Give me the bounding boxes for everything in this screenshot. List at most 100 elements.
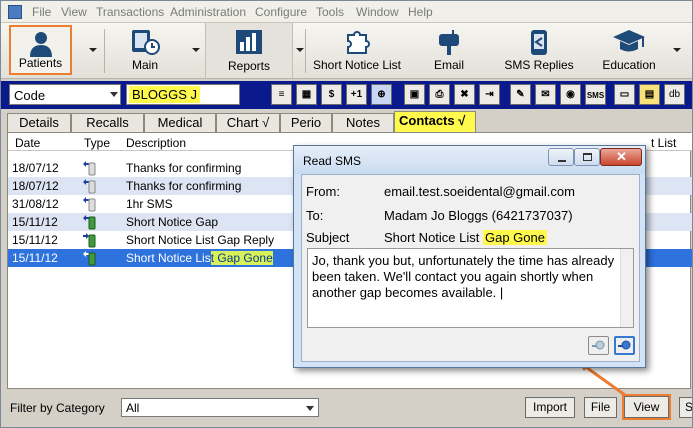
tab-contacts[interactable]: Contacts √ [394,111,476,132]
camera-icon[interactable]: ◉ [560,84,581,105]
maximize-icon[interactable] [574,148,600,166]
graduation-cap-icon [613,30,645,52]
menu-file[interactable]: File [32,5,51,19]
row-description: Short Notice List Gap Gone [126,251,273,265]
merge-icon[interactable]: ⇥ [479,84,500,105]
filter-category-select[interactable]: All [121,398,319,417]
main-icon [132,30,160,55]
email-button[interactable]: Email [422,25,476,75]
dialog-body: From: email.test.soeidental@gmail.com To… [301,174,640,362]
tab-chart[interactable]: Chart √ [216,113,280,132]
trash-icon[interactable]: ✖ [454,84,475,105]
read-sms-dialog: Read SMS ✕ From: email.test.soeidental@g… [293,145,646,368]
message-textarea[interactable]: Jo, thank you but, unfortunately the tim… [307,248,634,328]
short-notice-list-button[interactable]: Short Notice List [310,25,404,75]
column-header-trailing[interactable]: t List [651,136,676,150]
mailbox-icon [439,30,459,55]
row-description: 1hr SMS [126,197,173,211]
sms-outgoing-green-icon [83,215,96,230]
from-label: From: [306,184,340,199]
reports-button[interactable]: Reports [205,23,293,78]
row-description-highlight: t Gap Gone [210,251,273,265]
import-button[interactable]: Import [525,397,575,418]
menu-tools[interactable]: Tools [316,5,344,19]
row-date: 31/08/12 [12,197,59,211]
subject-value: Short Notice List Gap Gone [384,230,547,245]
reports-dropdown-arrow[interactable] [295,45,305,55]
align-icon[interactable]: ≡ [271,84,292,105]
menu-administration[interactable]: Administration [170,5,246,19]
sms-outgoing-icon [83,197,96,212]
sms-replies-button[interactable]: SMS Replies [501,25,577,75]
puzzle-icon [347,31,370,54]
row-date: 18/07/12 [12,179,59,193]
row-description: Thanks for confirming [126,161,242,175]
from-value: email.test.soeidental@gmail.com [384,184,575,199]
tool-icon[interactable]: ✎ [510,84,531,105]
menu-configure[interactable]: Configure [255,5,307,19]
education-dropdown-arrow[interactable] [672,45,682,55]
db-button[interactable]: db [664,84,685,105]
phone-reply-icon [531,30,547,55]
sms-outgoing-icon [83,161,96,176]
link-icon[interactable]: ⊕ [371,84,392,105]
note-icon[interactable]: ✉ [535,84,556,105]
app-window: File View Transactions Administration Co… [0,0,693,428]
column-header-description[interactable]: Description [126,136,186,150]
row-description: Short Notice Gap [126,215,219,229]
patients-label: Patients [18,56,63,70]
reply-icon[interactable] [588,336,609,355]
sms-outgoing-icon [83,179,96,194]
short-notice-list-label: Short Notice List [312,58,402,72]
calendar-icon[interactable]: ▦ [296,84,317,105]
menu-help[interactable]: Help [408,5,433,19]
tab-details[interactable]: Details [7,113,71,132]
subject-label: Subject [306,230,350,245]
main-label: Main [131,58,158,72]
column-header-type[interactable]: Type [84,136,110,150]
app-icon [8,5,22,19]
filter-select-value: All [126,401,140,415]
sms-icon[interactable]: SMS [585,84,606,105]
sms-outgoing-green-icon [83,251,96,266]
send-icon[interactable] [614,336,635,355]
education-label: Education [602,58,656,72]
reports-icon [236,30,262,54]
extra-button[interactable]: S [679,397,692,418]
sms-replies-label: SMS Replies [504,58,574,72]
toolbar-separator [104,29,105,73]
card-icon[interactable]: ▭ [614,84,635,105]
patients-button[interactable]: Patients [9,25,72,75]
main-dropdown-arrow[interactable] [191,45,201,55]
row-date: 15/11/12 [12,233,58,247]
column-header-date[interactable]: Date [15,136,40,150]
row-date: 15/11/12 [12,215,58,229]
code-select[interactable]: Code [9,84,121,105]
main-button[interactable]: Main [113,25,177,75]
patients-dropdown-arrow[interactable] [88,45,98,55]
message-scrollbar[interactable] [620,249,633,327]
education-button[interactable]: Education [596,25,662,75]
tab-medical[interactable]: Medical [144,113,216,132]
subject-prefix: Short Notice List [384,230,483,245]
menu-window[interactable]: Window [356,5,399,19]
tab-perio[interactable]: Perio [280,113,332,132]
menu-bar: File View Transactions Administration Co… [1,1,692,23]
subject-highlight: Gap Gone [483,230,547,245]
menu-transactions[interactable]: Transactions [96,5,164,19]
close-icon[interactable]: ✕ [600,148,642,166]
message-text: Jo, thank you but, unfortunately the tim… [312,253,615,300]
dollar-button[interactable]: $ [321,84,342,105]
row-description: Thanks for confirming [126,179,242,193]
sticky-note-icon[interactable]: ▤ [639,84,660,105]
patient-selector-bar: Code BLOGGS J ≡ ▦ $ +1 ⊕ ▣ ⎙ ✖ ⇥ ✎ ✉ ◉ S… [1,81,692,109]
minimize-icon[interactable] [548,148,574,166]
save-icon[interactable]: ▣ [404,84,425,105]
print-icon[interactable]: ⎙ [429,84,450,105]
row-description-prefix: Short Notice Lis [126,251,211,265]
patient-name-field[interactable]: BLOGGS J [126,84,240,105]
plus-one-button[interactable]: +1 [346,84,367,105]
tab-recalls[interactable]: Recalls [71,113,144,132]
menu-view[interactable]: View [61,5,87,19]
tab-notes[interactable]: Notes [332,113,394,132]
